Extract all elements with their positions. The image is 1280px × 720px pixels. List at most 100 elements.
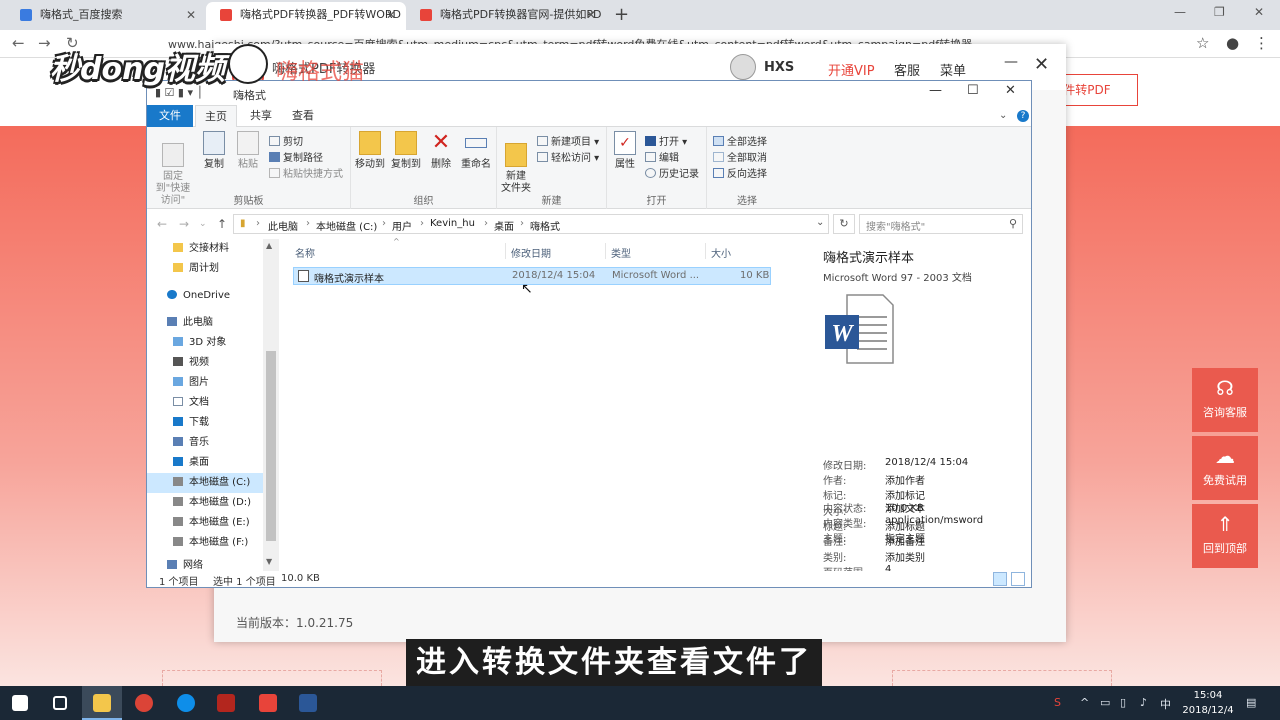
column-separator[interactable] [705,243,706,259]
invert-selection-button[interactable]: 反向选择 [713,165,767,180]
menu-dots-icon[interactable]: ⋮ [1254,34,1269,52]
taskbar-red-app[interactable] [206,686,246,720]
edit-button[interactable]: 编辑 [645,149,679,164]
taskbar-chrome[interactable] [124,686,164,720]
breadcrumb[interactable]: ▮ › 此电脑 › 本地磁盘 (C:) › 用户 › Kevin_hu › 桌面… [233,214,829,234]
explorer-minimize-button[interactable]: — [929,83,942,98]
nav-item-handover[interactable]: 交接材料 [147,239,263,259]
new-tab-button[interactable]: + [614,4,629,25]
column-separator[interactable] [605,243,606,259]
nav-item-network[interactable]: 网络 [147,556,263,571]
nav-item-drive-f[interactable]: 本地磁盘 (F:) [147,533,263,553]
nav-scrollbar[interactable]: ▲ ▼ [263,239,279,571]
open-button[interactable]: 打开 ▾ [645,133,687,148]
taskbar-teamviewer[interactable] [166,686,206,720]
forward-icon[interactable]: → [38,34,51,52]
nav-scroll-thumb[interactable] [266,351,276,541]
explorer-close-button[interactable]: ✕ [1005,83,1016,98]
tab-file[interactable]: 文件 [147,105,193,127]
taskbar-clock[interactable]: 15:04 2018/12/4 [1180,688,1236,718]
breadcrumb-item[interactable]: 本地磁盘 (C:) [316,218,377,233]
nav-item-drive-d[interactable]: 本地磁盘 (D:) [147,493,263,513]
copy-button[interactable]: 复制 [199,131,229,171]
nav-item-downloads[interactable]: 下载 [147,413,263,433]
select-none-button[interactable]: 全部取消 [713,149,767,164]
new-item-button[interactable]: 新建项目 ▾ [537,133,599,148]
taskbar-file-explorer[interactable] [82,686,122,720]
nav-item-drive-c[interactable]: 本地磁盘 (C:) [147,473,263,493]
nav-item-documents[interactable]: 文档 [147,393,263,413]
delete-button[interactable]: ✕ 删除 [427,131,455,171]
tray-volume-icon[interactable]: ♪ [1140,696,1147,709]
consult-service-button[interactable]: ☊ 咨询客服 [1192,368,1258,432]
cut-button[interactable]: 剪切 [269,133,303,148]
nav-item-desktop[interactable]: 桌面 [147,453,263,473]
breadcrumb-item[interactable]: 桌面 [494,218,514,233]
bookmark-star-icon[interactable]: ☆ [1196,34,1209,52]
taskbar-word[interactable] [288,686,328,720]
column-size[interactable]: 大小 [711,245,731,260]
nav-item-weekly-plan[interactable]: 周计划 [147,259,263,279]
details-view-button[interactable] [993,572,1007,586]
ime-indicator[interactable]: 中 [1160,696,1171,712]
properties-button[interactable]: ✓ 属性 [609,131,641,171]
scroll-up-icon[interactable]: ▲ [266,241,272,250]
browser-tab-baidu[interactable]: 嗨格式_百度搜索 ✕ [6,2,206,30]
nav-item-music[interactable]: 音乐 [147,433,263,453]
prop-value-tags[interactable]: 添加标记 [885,487,925,502]
user-name[interactable]: HXS [764,60,794,75]
menu-link[interactable]: 菜单 [940,60,966,79]
paste-shortcut-button[interactable]: 粘贴快捷方式 [269,165,343,180]
back-arrow-icon[interactable]: ← [157,217,167,231]
rename-button[interactable]: 重命名 [459,131,493,171]
app-close-button[interactable]: ✕ [1034,54,1049,75]
service-link[interactable]: 客服 [894,60,920,79]
nav-item-3d-objects[interactable]: 3D 对象 [147,333,263,353]
browser-tab-official[interactable]: 嗨格式PDF转换器官网-提供如PD ✕ [406,2,606,30]
column-name[interactable]: 名称 [295,245,315,260]
column-date[interactable]: 修改日期 [511,245,551,260]
prop-value-title[interactable]: 添加标题 [885,518,925,533]
app-minimize-button[interactable]: — [1004,54,1018,70]
prop-value-category[interactable]: 添加类别 [885,549,925,564]
profile-icon[interactable]: ● [1226,34,1239,52]
back-to-top-button[interactable]: ⇑ 回到顶部 [1192,504,1258,568]
paste-button[interactable]: 粘贴 [233,131,263,171]
easy-access-button[interactable]: 轻松访问 ▾ [537,149,599,164]
explorer-maximize-button[interactable]: ☐ [967,83,979,98]
close-tab-icon[interactable]: ✕ [386,2,396,28]
taskbar-pdf-converter[interactable] [248,686,288,720]
scroll-down-icon[interactable]: ▼ [266,557,272,566]
nav-item-onedrive[interactable]: OneDrive [147,286,263,306]
user-avatar[interactable] [730,54,756,80]
nav-item-this-pc[interactable]: 此电脑 [147,313,263,333]
new-folder-button[interactable]: 新建 文件夹 [499,131,533,195]
tray-app-icon[interactable]: S [1054,696,1061,709]
refresh-icon[interactable]: ↻ [833,214,855,234]
breadcrumb-item[interactable]: 嗨格式 [530,218,560,233]
open-vip-link[interactable]: 开通VIP [828,60,875,79]
breadcrumb-item[interactable]: 此电脑 [268,218,298,233]
free-trial-button[interactable]: ☁ 免费试用 [1192,436,1258,500]
column-separator[interactable] [505,243,506,259]
history-button[interactable]: 历史记录 [645,165,699,180]
help-icon[interactable]: ? [1017,110,1029,122]
nav-item-videos[interactable]: 视频 [147,353,263,373]
browser-close-button[interactable]: ✕ [1254,5,1264,19]
copy-path-button[interactable]: 复制路径 [269,149,323,164]
column-type[interactable]: 类型 [611,245,631,260]
tab-view[interactable]: 查看 [285,105,321,127]
start-button[interactable] [0,686,40,720]
forward-arrow-icon[interactable]: → [179,217,189,231]
nav-item-drive-e[interactable]: 本地磁盘 (E:) [147,513,263,533]
browser-maximize-button[interactable]: ❐ [1214,5,1225,19]
tray-expand-icon[interactable]: ^ [1080,696,1089,709]
tab-share[interactable]: 共享 [243,105,279,127]
browser-tab-haigeshi[interactable]: 嗨格式PDF转换器_PDF转WORD ✕ [206,2,406,30]
move-to-button[interactable]: 移动到 [353,131,387,171]
prop-value-author[interactable]: 添加作者 [885,472,925,487]
up-arrow-icon[interactable]: ↑ [217,217,227,231]
breadcrumb-item[interactable]: 用户 [392,218,412,233]
prop-value-comments[interactable]: 添加备注 [885,533,925,548]
nav-item-pictures[interactable]: 图片 [147,373,263,393]
